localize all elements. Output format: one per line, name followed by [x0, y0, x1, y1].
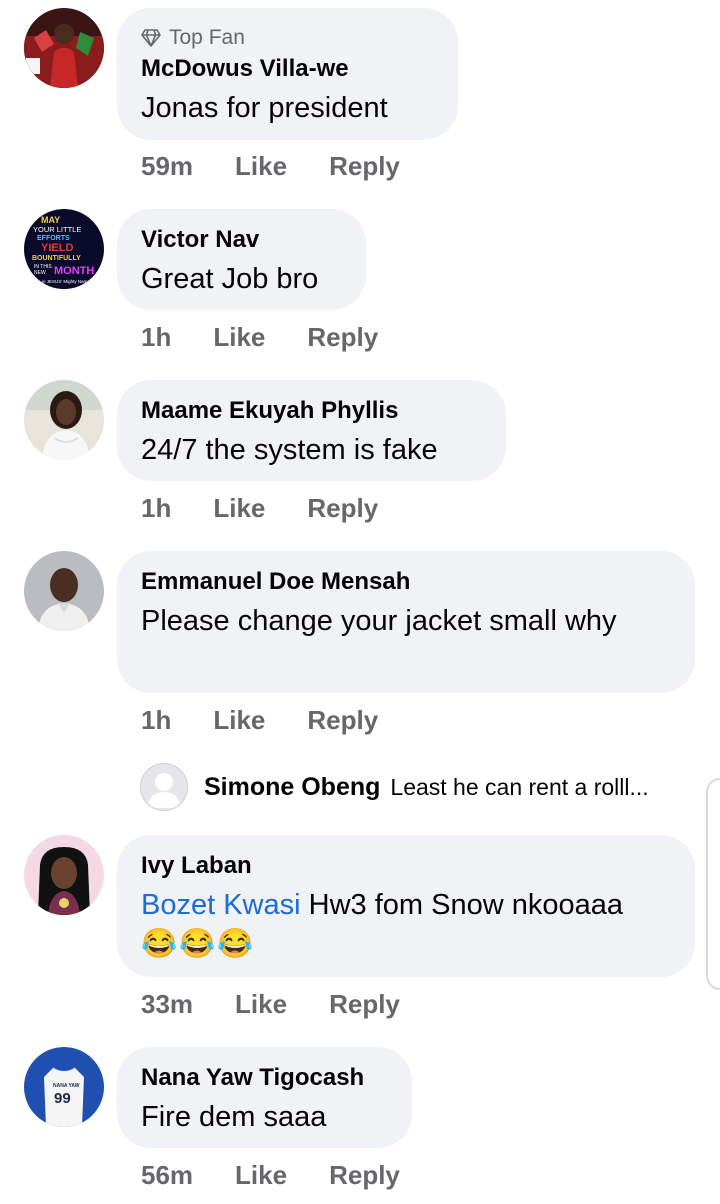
comment-author[interactable]: Emmanuel Doe Mensah — [141, 568, 410, 596]
like-button[interactable]: Like — [235, 151, 287, 182]
comment-actions-6: 56m Like Reply — [141, 1160, 400, 1191]
comment-bubble-4[interactable]: Emmanuel Doe Mensah Please change your j… — [117, 551, 695, 693]
avatar-nana-yaw[interactable]: NANA YAW 99 — [24, 1047, 104, 1127]
comment-author[interactable]: Victor Nav — [141, 226, 259, 254]
top-fan-badge: Top Fan — [141, 26, 245, 50]
comment-time[interactable]: 33m — [141, 989, 193, 1020]
comment-author[interactable]: Maame Ekuyah Phyllis — [141, 397, 398, 425]
reply-preview[interactable]: Simone Obeng Least he can rent a rolll..… — [140, 762, 649, 812]
comment-time[interactable]: 1h — [141, 493, 171, 524]
comment-text: Please change your jacket small why — [141, 605, 617, 637]
comment-bubble-5[interactable]: Ivy Laban Bozet Kwasi Hw3 fom Snow nkooa… — [117, 835, 695, 977]
avatar-maame-ekuyah[interactable] — [24, 380, 104, 460]
reply-text: Least he can rent a rolll... — [390, 773, 649, 800]
avatar-text-month: MONTH — [54, 265, 94, 277]
avatar-text-line: BOUNTIFULLY — [32, 255, 81, 262]
comment-text: Great Job bro — [141, 263, 319, 295]
comment-time[interactable]: 1h — [141, 705, 171, 736]
comment-bubble-3[interactable]: Maame Ekuyah Phyllis 24/7 the system is … — [117, 380, 506, 481]
comment-emojis: 😂😂😂 — [141, 927, 255, 961]
reply-author[interactable]: Simone Obeng — [204, 773, 380, 802]
tears-of-joy-emoji: 😂😂😂 — [141, 928, 256, 960]
reply-button[interactable]: Reply — [329, 989, 400, 1020]
comment-actions-1: 59m Like Reply — [141, 151, 400, 182]
like-button[interactable]: Like — [235, 989, 287, 1020]
comment-bubble-1[interactable]: Top Fan McDowus Villa-we Jonas for presi… — [117, 8, 458, 140]
like-button[interactable]: Like — [213, 493, 265, 524]
comment-text: Jonas for president — [141, 92, 388, 124]
comment-text: Bozet Kwasi Hw3 fom Snow nkooaaa — [141, 889, 623, 922]
avatar-text-line: YOUR LITTLE — [33, 225, 81, 234]
default-avatar-icon — [140, 763, 188, 811]
avatar-jersey-number: 99 — [54, 1090, 71, 1107]
avatar-emmanuel-doe[interactable] — [24, 551, 104, 631]
comment-text: 24/7 the system is fake — [141, 434, 438, 466]
comment-time[interactable]: 1h — [141, 322, 171, 353]
avatar-victor-nav[interactable]: MAY YOUR LITTLE EFFORTS YIELD BOUNTIFULL… — [24, 209, 104, 289]
avatar-text-yield: YIELD — [41, 242, 73, 254]
comment-time[interactable]: 56m — [141, 1160, 193, 1191]
comment-time[interactable]: 59m — [141, 151, 193, 182]
like-button[interactable]: Like — [213, 322, 265, 353]
comment-text-body: Hw3 fom Snow nkooaaa — [300, 889, 623, 921]
comment-author[interactable]: McDowus Villa-we — [141, 55, 349, 83]
like-button[interactable]: Like — [213, 705, 265, 736]
mention-link[interactable]: Bozet Kwasi — [141, 889, 301, 921]
comment-actions-4: 1h Like Reply — [141, 705, 378, 736]
like-button[interactable]: Like — [235, 1160, 287, 1191]
comment-actions-2: 1h Like Reply — [141, 322, 378, 353]
avatar-mcdowus[interactable] — [24, 8, 104, 88]
avatar-text-line: EFFORTS — [37, 235, 70, 242]
comment-bubble-6[interactable]: Nana Yaw Tigocash Fire dem saaa — [117, 1047, 412, 1148]
comment-text: Fire dem saaa — [141, 1101, 327, 1133]
comment-bubble-2[interactable]: Victor Nav Great Job bro — [117, 209, 366, 310]
avatar-text-line: in JESUS' Mighty Name — [42, 279, 90, 284]
avatar-text-line: NEW — [34, 270, 46, 276]
comments-feed: Top Fan McDowus Villa-we Jonas for presi… — [0, 0, 720, 1204]
comment-actions-3: 1h Like Reply — [141, 493, 378, 524]
comment-author[interactable]: Ivy Laban — [141, 852, 252, 880]
avatar-jersey-name: NANA YAW — [53, 1083, 80, 1089]
reply-button[interactable]: Reply — [307, 493, 378, 524]
avatar-ivy-laban[interactable] — [24, 835, 104, 915]
comment-author[interactable]: Nana Yaw Tigocash — [141, 1064, 364, 1092]
reply-button[interactable]: Reply — [307, 322, 378, 353]
reply-button[interactable]: Reply — [329, 1160, 400, 1191]
diamond-icon — [141, 29, 161, 47]
reply-button[interactable]: Reply — [329, 151, 400, 182]
comment-actions-5: 33m Like Reply — [141, 989, 400, 1020]
thread-edge-line — [706, 778, 720, 990]
badge-label: Top Fan — [169, 26, 245, 49]
avatar-text-may: MAY — [41, 215, 60, 225]
reply-button[interactable]: Reply — [307, 705, 378, 736]
